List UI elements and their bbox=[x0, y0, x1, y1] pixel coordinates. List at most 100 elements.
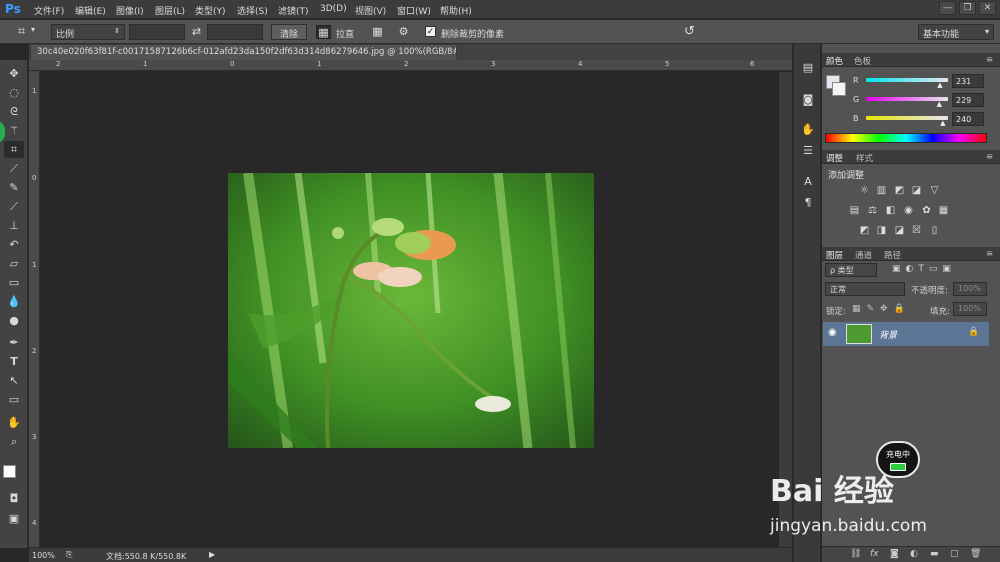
tab-paths[interactable]: 路径 bbox=[884, 249, 901, 261]
black-white-icon[interactable]: ◧ bbox=[884, 205, 897, 216]
crop-tool-icon[interactable]: ⌗ bbox=[14, 25, 29, 39]
history-panel-icon[interactable]: ▤ bbox=[799, 60, 817, 76]
channel-mixer-icon[interactable]: ✿ bbox=[920, 205, 933, 216]
color-balance-icon[interactable]: ⚖ bbox=[866, 205, 879, 216]
straighten-label[interactable]: 拉直 bbox=[336, 27, 354, 40]
foreground-color-swatch[interactable] bbox=[3, 465, 16, 478]
workspace-dropdown[interactable]: 基本功能 ▾ bbox=[918, 24, 994, 40]
new-group-icon[interactable]: ▬ bbox=[930, 549, 939, 559]
overlay-grid-icon[interactable]: ▦ bbox=[370, 25, 385, 39]
lasso-tool-icon[interactable]: ᘓ bbox=[4, 103, 24, 120]
blur-tool-icon[interactable]: 💧 bbox=[4, 293, 24, 310]
blend-mode-dropdown[interactable]: 正常 bbox=[825, 282, 905, 296]
rectangle-tool-icon[interactable]: ▭ bbox=[4, 391, 24, 408]
swap-icon[interactable]: ⇄ bbox=[189, 25, 204, 39]
menu-type[interactable]: 类型(Y) bbox=[195, 4, 226, 17]
reset-icon[interactable]: ↺ bbox=[682, 25, 697, 39]
panel-menu-icon[interactable]: ≡ bbox=[986, 249, 993, 259]
threshold-icon[interactable]: ◪ bbox=[893, 225, 906, 236]
healing-brush-tool-icon[interactable]: ✎ bbox=[4, 179, 24, 196]
screen-mode-icon[interactable]: ▣ bbox=[4, 510, 24, 527]
clear-button[interactable]: 清除 bbox=[271, 24, 307, 40]
tab-styles[interactable]: 样式 bbox=[856, 152, 873, 164]
invert-icon[interactable]: ◩ bbox=[858, 225, 871, 236]
menu-window[interactable]: 窗口(W) bbox=[397, 4, 431, 17]
vertical-scrollbar[interactable] bbox=[779, 72, 792, 547]
eyedropper-tool-icon[interactable]: ⟋ bbox=[4, 160, 24, 177]
menu-filter[interactable]: 滤镜(T) bbox=[278, 4, 309, 17]
close-button[interactable]: ✕ bbox=[979, 1, 996, 15]
fx-icon[interactable]: fx bbox=[870, 549, 879, 559]
green-value-field[interactable]: 229 bbox=[952, 93, 984, 107]
layer-name[interactable]: 背景 bbox=[879, 328, 897, 341]
menu-image[interactable]: 图像(I) bbox=[116, 4, 144, 17]
layer-row-background[interactable]: ◉ 背景 🔒 bbox=[823, 322, 989, 346]
pen-tool-icon[interactable]: ✒ bbox=[4, 334, 24, 351]
eraser-tool-icon[interactable]: ▱ bbox=[4, 255, 24, 272]
panel-menu-icon[interactable]: ≡ bbox=[986, 55, 993, 65]
menu-3d[interactable]: 3D(D) bbox=[320, 4, 347, 14]
hue-saturation-icon[interactable]: ▤ bbox=[848, 205, 861, 216]
tab-color[interactable]: 颜色 bbox=[826, 55, 843, 67]
vibrance-icon[interactable]: ▽ bbox=[928, 185, 941, 196]
menu-edit[interactable]: 编辑(E) bbox=[75, 4, 106, 17]
menu-select[interactable]: 选择(S) bbox=[237, 4, 268, 17]
character-panel-icon[interactable]: A bbox=[799, 174, 817, 190]
zoom-tool-icon[interactable]: ⌕ bbox=[4, 433, 24, 450]
document-tab[interactable]: 30c40e020f63f81f-c00171587126b6cf-012afd… bbox=[30, 44, 457, 60]
menu-view[interactable]: 视图(V) bbox=[355, 4, 386, 17]
slider-thumb-icon[interactable]: ▲ bbox=[937, 100, 942, 108]
blue-slider[interactable] bbox=[866, 116, 948, 120]
posterize-icon[interactable]: ◨ bbox=[875, 225, 888, 236]
tool-presets-icon[interactable]: ☰ bbox=[799, 143, 817, 159]
tool-preset-chevron-icon[interactable]: ▾ bbox=[31, 25, 35, 34]
red-value-field[interactable]: 231 bbox=[952, 74, 984, 88]
blue-value-field[interactable]: 240 bbox=[952, 112, 984, 126]
link-layers-icon[interactable]: ⛓ bbox=[850, 549, 861, 559]
crop-tool-icon[interactable]: ⌗ bbox=[4, 141, 24, 158]
crop-width-field[interactable] bbox=[129, 24, 185, 40]
lock-icons[interactable]: ▦✎✥🔒 bbox=[852, 304, 911, 314]
levels-icon[interactable]: ▥ bbox=[875, 185, 888, 196]
add-mask-icon[interactable]: ◙ bbox=[890, 549, 899, 559]
play-arrow-icon[interactable]: ▶ bbox=[209, 550, 215, 559]
layer-kind-filter[interactable]: ρ 类型 bbox=[825, 263, 877, 277]
selective-color-icon[interactable]: ☒ bbox=[910, 225, 923, 236]
menu-file[interactable]: 文件(F) bbox=[34, 4, 64, 17]
menu-layer[interactable]: 图层(L) bbox=[155, 4, 185, 17]
brush-tool-icon[interactable]: ⟋ bbox=[4, 198, 24, 215]
new-layer-icon[interactable]: ▢ bbox=[950, 549, 959, 559]
brush-panel-icon[interactable]: ✋ bbox=[799, 122, 817, 138]
photo-filter-icon[interactable]: ◉ bbox=[902, 205, 915, 216]
delete-layer-icon[interactable]: 🗑 bbox=[970, 549, 981, 559]
marquee-tool-icon[interactable]: ◌ bbox=[4, 84, 24, 101]
slider-thumb-icon[interactable]: ▲ bbox=[940, 119, 945, 127]
tab-layers[interactable]: 图层 bbox=[826, 249, 843, 261]
share-icon[interactable]: ⎘ bbox=[66, 550, 72, 560]
clone-stamp-tool-icon[interactable]: ⊥ bbox=[4, 217, 24, 234]
color-lookup-icon[interactable]: ▦ bbox=[937, 205, 950, 216]
path-selection-tool-icon[interactable]: ↖ bbox=[4, 372, 24, 389]
history-brush-tool-icon[interactable]: ↶ bbox=[4, 236, 24, 253]
tab-adjustments[interactable]: 调整 bbox=[826, 152, 843, 164]
fill-field[interactable]: 100% bbox=[953, 302, 987, 316]
delete-cropped-checkbox[interactable]: ✓ bbox=[425, 26, 436, 37]
type-tool-icon[interactable]: T bbox=[4, 353, 24, 370]
eye-visibility-icon[interactable]: ◉ bbox=[828, 327, 837, 338]
gradient-map-icon[interactable]: ▯ bbox=[928, 225, 941, 236]
new-adjustment-icon[interactable]: ◐ bbox=[910, 549, 918, 559]
brightness-icon[interactable]: ☼ bbox=[858, 185, 871, 196]
menu-help[interactable]: 帮助(H) bbox=[440, 4, 472, 17]
panel-menu-icon[interactable]: ≡ bbox=[986, 152, 993, 162]
tab-swatches[interactable]: 色板 bbox=[854, 55, 871, 67]
crop-height-field[interactable] bbox=[207, 24, 263, 40]
curves-icon[interactable]: ◩ bbox=[893, 185, 906, 196]
minimize-button[interactable]: — bbox=[939, 1, 956, 15]
exposure-icon[interactable]: ◪ bbox=[910, 185, 923, 196]
hand-tool-icon[interactable]: ✋ bbox=[4, 414, 24, 431]
layer-filter-icons[interactable]: ▣◐T▭▣ bbox=[892, 264, 956, 274]
quick-mask-icon[interactable]: ◘ bbox=[4, 490, 24, 507]
color-spectrum-ramp[interactable] bbox=[825, 133, 987, 143]
paragraph-panel-icon[interactable]: ¶ bbox=[799, 195, 817, 211]
move-tool-icon[interactable]: ✥ bbox=[4, 65, 24, 82]
